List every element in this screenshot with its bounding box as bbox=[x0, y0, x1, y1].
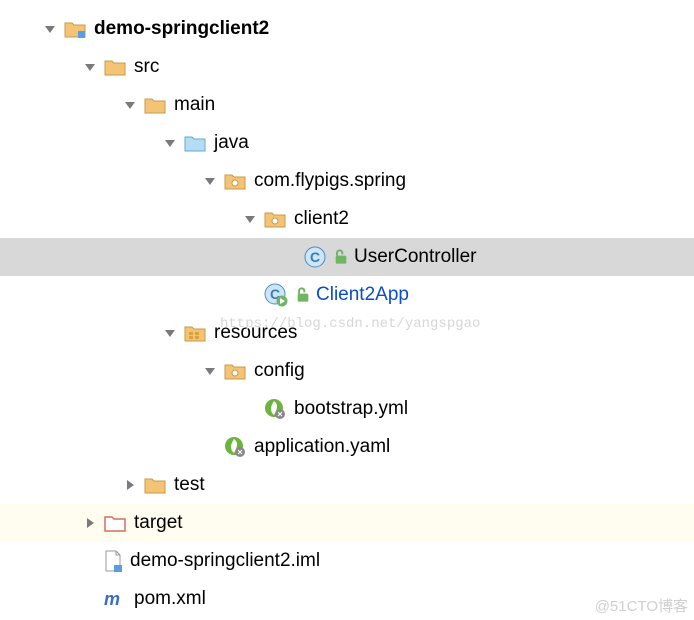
package-icon bbox=[224, 362, 246, 380]
expand-arrow-icon[interactable] bbox=[162, 325, 178, 341]
main-label: main bbox=[174, 94, 215, 116]
expand-arrow-icon[interactable] bbox=[162, 135, 178, 151]
src-label: src bbox=[134, 56, 159, 78]
node-project-root[interactable]: demo-springclient2 bbox=[0, 10, 694, 48]
folder-icon bbox=[144, 96, 166, 114]
resources-label: resources bbox=[214, 322, 297, 344]
node-client2app[interactable]: C Client2App bbox=[0, 276, 694, 314]
application-label: application.yaml bbox=[254, 436, 390, 458]
expand-arrow-icon[interactable] bbox=[82, 59, 98, 75]
bootstrap-label: bootstrap.yml bbox=[294, 398, 408, 420]
node-package[interactable]: com.flypigs.spring bbox=[0, 162, 694, 200]
lock-open-icon bbox=[334, 249, 348, 265]
node-src[interactable]: src bbox=[0, 48, 694, 86]
project-tree[interactable]: demo-springclient2 src main java bbox=[0, 0, 694, 618]
expand-arrow-icon[interactable] bbox=[202, 363, 218, 379]
expand-arrow-icon[interactable] bbox=[42, 21, 58, 37]
node-test[interactable]: test bbox=[0, 466, 694, 504]
source-folder-icon bbox=[184, 134, 206, 152]
project-root-label: demo-springclient2 bbox=[94, 18, 269, 40]
node-config[interactable]: config bbox=[0, 352, 694, 390]
node-bootstrap-yml[interactable]: bootstrap.yml bbox=[0, 390, 694, 428]
java-label: java bbox=[214, 132, 249, 154]
spring-config-icon bbox=[224, 436, 246, 458]
iml-file-icon bbox=[104, 550, 122, 572]
package-label: com.flypigs.spring bbox=[254, 170, 406, 192]
expand-arrow-icon[interactable] bbox=[122, 97, 138, 113]
svg-text:m: m bbox=[104, 589, 120, 609]
iml-label: demo-springclient2.iml bbox=[130, 550, 320, 572]
runnable-class-icon: C bbox=[264, 283, 288, 307]
node-resources[interactable]: resources bbox=[0, 314, 694, 352]
node-target[interactable]: target bbox=[0, 504, 694, 542]
class-icon: C bbox=[304, 246, 326, 268]
excluded-folder-icon bbox=[104, 514, 126, 532]
node-java[interactable]: java bbox=[0, 124, 694, 162]
module-folder-icon bbox=[64, 20, 86, 38]
svg-text:C: C bbox=[310, 249, 320, 265]
client2-label: client2 bbox=[294, 208, 349, 230]
client2app-label: Client2App bbox=[316, 284, 409, 306]
folder-icon bbox=[144, 476, 166, 494]
package-icon bbox=[264, 210, 286, 228]
maven-icon: m bbox=[104, 589, 126, 609]
collapse-arrow-icon[interactable] bbox=[82, 515, 98, 531]
node-application-yaml[interactable]: application.yaml bbox=[0, 428, 694, 466]
expand-arrow-icon[interactable] bbox=[202, 173, 218, 189]
node-main[interactable]: main bbox=[0, 86, 694, 124]
user-controller-label: UserController bbox=[354, 246, 476, 268]
resources-folder-icon bbox=[184, 324, 206, 342]
node-iml[interactable]: demo-springclient2.iml bbox=[0, 542, 694, 580]
spring-config-icon bbox=[264, 398, 286, 420]
node-user-controller[interactable]: C UserController bbox=[0, 238, 694, 276]
lock-open-icon bbox=[296, 287, 310, 303]
target-label: target bbox=[134, 512, 183, 534]
collapse-arrow-icon[interactable] bbox=[122, 477, 138, 493]
config-label: config bbox=[254, 360, 305, 382]
package-icon bbox=[224, 172, 246, 190]
node-client2[interactable]: client2 bbox=[0, 200, 694, 238]
pom-label: pom.xml bbox=[134, 588, 206, 610]
folder-icon bbox=[104, 58, 126, 76]
node-pom[interactable]: m pom.xml bbox=[0, 580, 694, 618]
test-label: test bbox=[174, 474, 205, 496]
expand-arrow-icon[interactable] bbox=[242, 211, 258, 227]
